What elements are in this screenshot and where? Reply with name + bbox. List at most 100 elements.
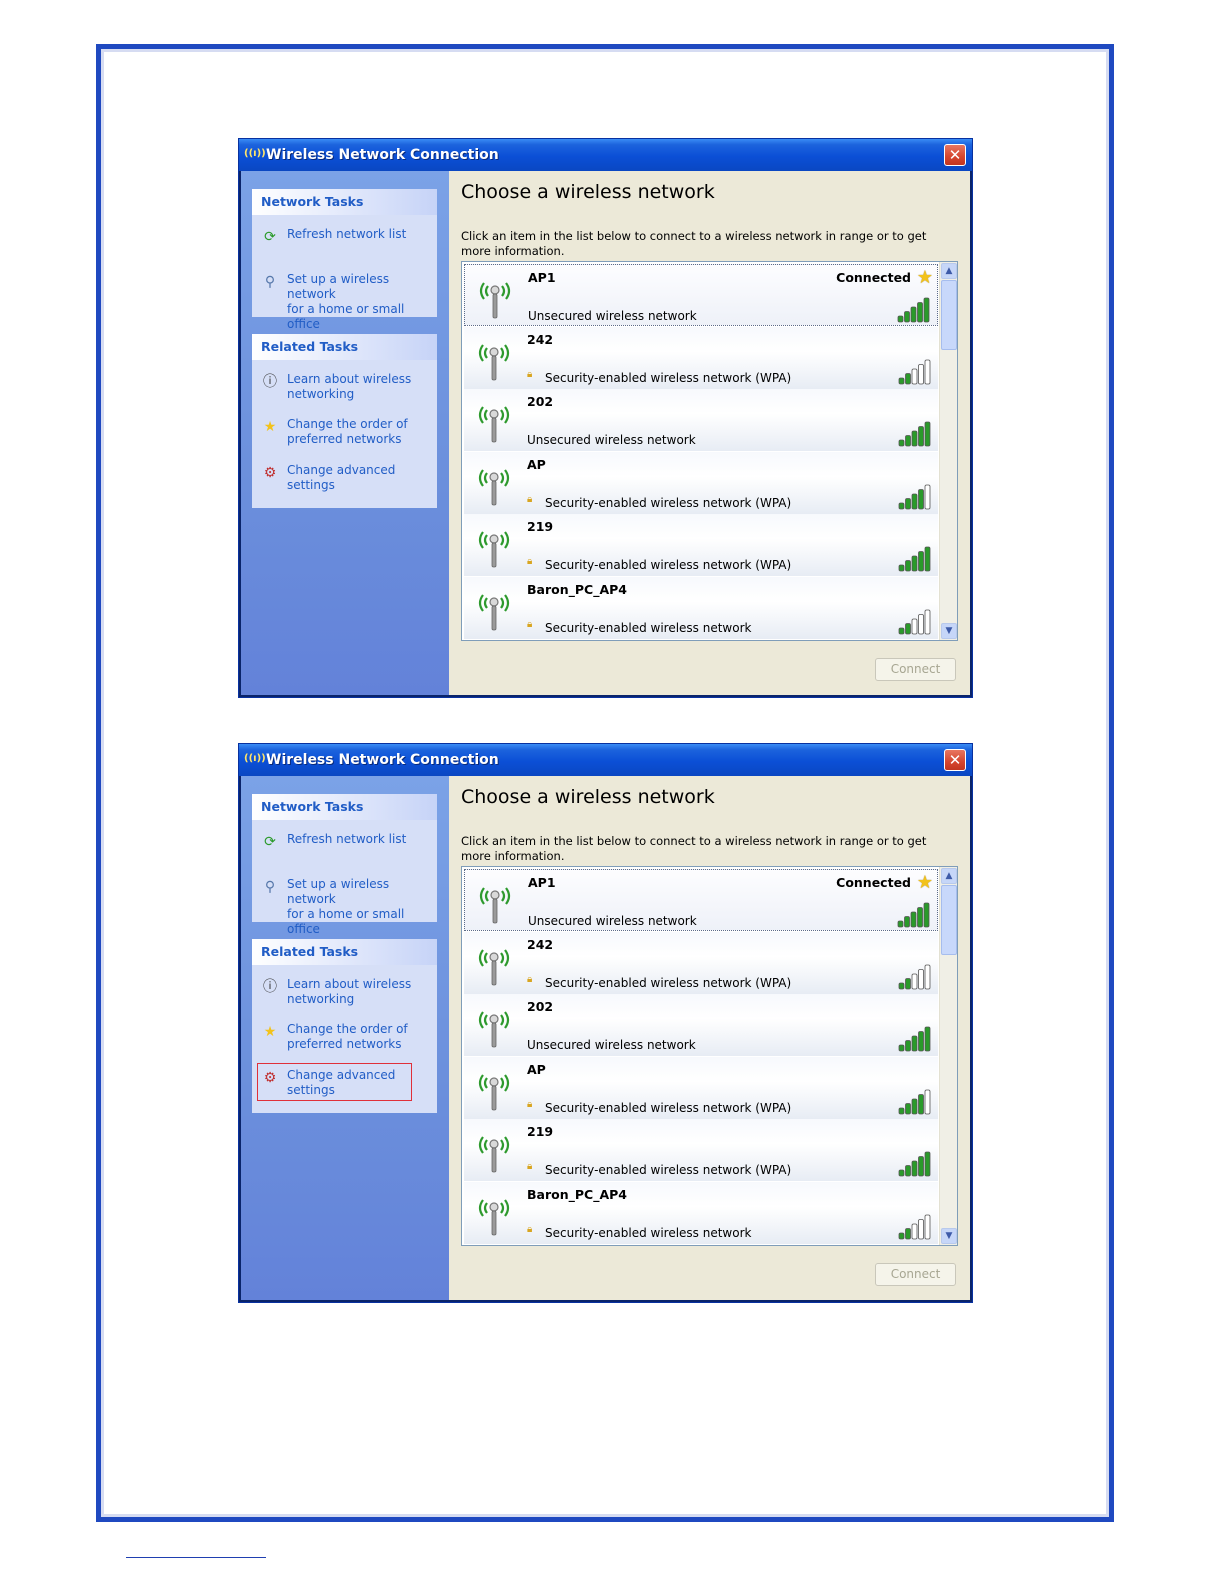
title-bar[interactable]: ((ı)) Wireless Network Connection ✕	[239, 744, 972, 776]
network-item[interactable]: 242 🔒︎ Security-enabled wireless network (…	[464, 326, 938, 389]
close-button[interactable]: ✕	[944, 144, 966, 166]
learn-about-wireless-task[interactable]: ⓘ Learn about wireless networking	[260, 977, 432, 1011]
task-label: Change the order of preferred networks	[287, 417, 408, 446]
security-type: Security-enabled wireless network (WPA)	[545, 495, 792, 510]
scroll-thumb[interactable]	[941, 280, 957, 350]
signal-bar	[918, 613, 924, 634]
network-item[interactable]: 202 Unsecured wireless network	[464, 389, 938, 451]
main-pane: Choose a wireless network Click an item …	[449, 171, 970, 695]
wireless-antenna-icon	[474, 399, 514, 445]
security-type: Security-enabled wireless network (WPA)	[545, 975, 792, 990]
signal-bar	[918, 1218, 924, 1239]
signal-bar	[898, 627, 905, 634]
network-item[interactable]: AP 🔒︎ Security-enabled wireless network (W…	[464, 1056, 938, 1119]
page-title: Choose a wireless network	[461, 181, 715, 203]
network-tasks-group: Network Tasks ⟳ Refresh network list ⚲ S…	[252, 794, 437, 936]
wireless-antenna-icon	[474, 462, 514, 508]
refresh-network-list-task[interactable]: ⟳ Refresh network list	[260, 832, 432, 866]
network-item[interactable]: Baron_PC_AP4 🔒︎ Security-enabled wireless …	[464, 1181, 938, 1244]
wireless-antenna-icon	[474, 1129, 514, 1175]
signal-bar	[905, 435, 911, 447]
scroll-down-button[interactable]: ▼	[941, 623, 957, 639]
signal-bar	[911, 973, 918, 989]
network-name: 219	[527, 519, 554, 534]
signal-bar	[911, 493, 918, 509]
signal-bar	[911, 430, 918, 447]
network-item[interactable]: 242 🔒︎ Security-enabled wireless network (…	[464, 931, 938, 994]
signal-bar	[911, 618, 918, 634]
wireless-antenna-icon	[474, 942, 514, 988]
setup-wireless-network-task[interactable]: ⚲ Set up a wireless network for a home o…	[260, 877, 432, 936]
network-item[interactable]: 219 🔒︎ Security-enabled wireless network (…	[464, 1119, 938, 1181]
network-item[interactable]: AP1 Connected ★ Unsecured wireless network	[464, 869, 938, 931]
star-icon: ★	[263, 1024, 277, 1040]
signal-bar	[911, 1098, 918, 1114]
change-order-preferred-task[interactable]: ★ Change the order of preferred networks	[260, 1022, 432, 1056]
task-label: Refresh network list	[287, 227, 407, 241]
signal-strength-icon	[897, 902, 931, 928]
wireless-antenna-icon: ((ı))	[244, 148, 266, 159]
signal-bar	[923, 902, 930, 928]
signal-bar	[911, 368, 918, 384]
signal-bar	[898, 1107, 905, 1114]
signal-bar	[924, 1214, 931, 1239]
scroll-down-button[interactable]: ▼	[941, 1228, 957, 1244]
task-pane: Network Tasks ⟳ Refresh network list ⚲ S…	[241, 171, 449, 695]
network-item[interactable]: 202 Unsecured wireless network	[464, 994, 938, 1056]
security-type: Security-enabled wireless network (WPA)	[545, 1100, 792, 1115]
change-advanced-settings-task[interactable]: ⚙ Change advanced settings	[257, 1063, 432, 1102]
scroll-up-button[interactable]: ▲	[941, 263, 957, 279]
scrollbar[interactable]: ▲ ▼	[939, 262, 957, 640]
network-item[interactable]: AP 🔒︎ Security-enabled wireless network (W…	[464, 451, 938, 514]
connection-status: Connected	[836, 270, 911, 285]
signal-strength-icon	[898, 484, 932, 510]
signal-bar	[924, 1089, 931, 1114]
security-type: Unsecured wireless network	[528, 309, 697, 323]
preferred-star-icon: ★	[916, 267, 933, 288]
wireless-network-window: ((ı)) Wireless Network Connection ✕ Netw…	[238, 743, 973, 1303]
network-item[interactable]: Baron_PC_AP4 🔒︎ Security-enabled wireless …	[464, 576, 938, 639]
signal-bar	[904, 311, 910, 323]
signal-bar	[924, 1151, 931, 1177]
network-item[interactable]: 219 🔒︎ Security-enabled wireless network (…	[464, 514, 938, 576]
network-list: AP1 Connected ★ Unsecured wireless network 2…	[461, 261, 958, 641]
refresh-icon: ⟳	[264, 834, 276, 850]
signal-bar	[905, 1102, 911, 1114]
related-tasks-group: Related Tasks ⓘ Learn about wireless net…	[252, 939, 437, 1113]
instructions-text: Click an item in the list below to conne…	[461, 229, 927, 258]
connect-button[interactable]: Connect	[875, 658, 956, 681]
signal-bar	[911, 1035, 918, 1052]
refresh-network-list-task[interactable]: ⟳ Refresh network list	[260, 227, 432, 261]
signal-bar	[910, 306, 917, 323]
network-tasks-header: Network Tasks	[252, 189, 437, 215]
connection-status: Connected	[836, 875, 911, 890]
security-type: Unsecured wireless network	[527, 433, 696, 447]
task-label: Change advanced settings	[287, 463, 396, 492]
learn-about-wireless-task[interactable]: ⓘ Learn about wireless networking	[260, 372, 432, 406]
change-order-preferred-task[interactable]: ★ Change the order of preferred networks	[260, 417, 432, 451]
signal-strength-icon	[898, 421, 932, 447]
task-label: Change advanced settings	[287, 1068, 396, 1097]
scroll-up-button[interactable]: ▲	[941, 868, 957, 884]
scroll-thumb[interactable]	[941, 885, 957, 955]
scrollbar[interactable]: ▲ ▼	[939, 867, 957, 1245]
signal-strength-icon	[898, 964, 932, 990]
signal-bar	[924, 609, 931, 634]
network-item[interactable]: AP1 Connected ★ Unsecured wireless network	[464, 264, 938, 326]
change-advanced-settings-task[interactable]: ⚙ Change advanced settings	[260, 463, 432, 497]
signal-bar	[905, 372, 911, 384]
title-bar[interactable]: ((ı)) Wireless Network Connection ✕	[239, 139, 972, 171]
wireless-antenna-icon	[474, 337, 514, 383]
connect-button[interactable]: Connect	[875, 1263, 956, 1286]
lock-icon: 🔒︎	[527, 556, 533, 567]
setup-wireless-network-task[interactable]: ⚲ Set up a wireless network for a home o…	[260, 272, 432, 331]
signal-bar	[924, 1026, 931, 1052]
close-button[interactable]: ✕	[944, 749, 966, 771]
task-pane: Network Tasks ⟳ Refresh network list ⚲ S…	[241, 776, 449, 1300]
setup-wireless-icon: ⚲	[264, 274, 276, 290]
wireless-antenna-icon	[474, 524, 514, 570]
signal-bar	[905, 622, 911, 634]
instructions-text: Click an item in the list below to conne…	[461, 834, 927, 863]
signal-bar	[924, 421, 931, 447]
wireless-antenna-icon	[475, 880, 515, 926]
